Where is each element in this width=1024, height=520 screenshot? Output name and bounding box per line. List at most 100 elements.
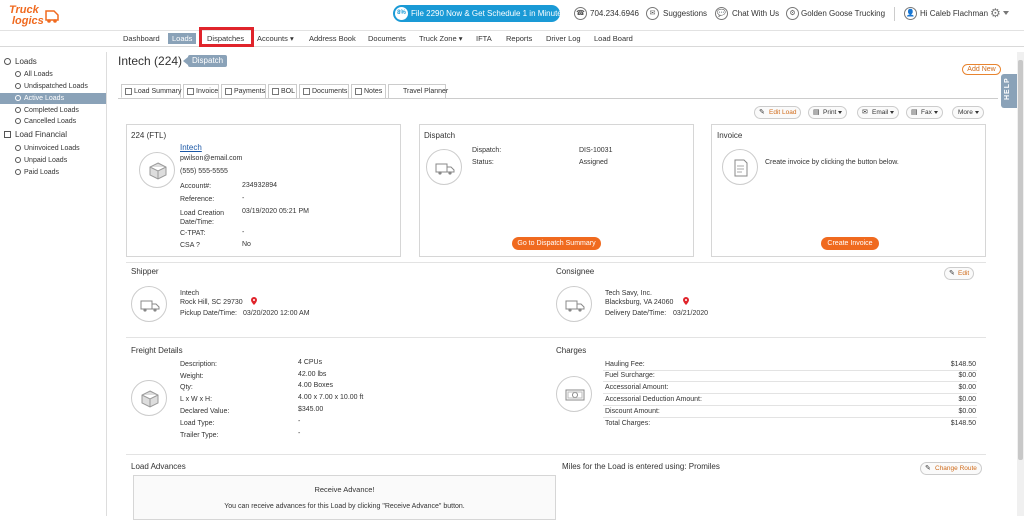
map-pin-icon[interactable] (251, 297, 257, 305)
status-badge: Dispatch (182, 55, 228, 67)
financial-icon (4, 131, 11, 138)
envelope-icon: ✉ (862, 109, 868, 116)
charge-value: $148.50 (950, 420, 976, 427)
sidebar-item-cancelled-loads[interactable]: Cancelled Loads (0, 116, 106, 127)
sidebar-header-loads-label: Loads (15, 57, 37, 66)
more-button[interactable]: More (952, 106, 984, 119)
printer-icon: ▤ (813, 109, 820, 116)
help-tab[interactable]: HELP (1001, 74, 1018, 108)
field-value: 234932894 (242, 182, 278, 189)
tab-label: Documents (312, 88, 348, 95)
nav-ifta[interactable]: IFTA (476, 34, 492, 44)
invoice-icon (187, 88, 194, 95)
suggestions-link[interactable]: Suggestions (663, 9, 707, 18)
sidebar-item-label: Active Loads (24, 95, 65, 102)
edit-stops-button[interactable]: ✎ Edit (944, 267, 975, 280)
print-button[interactable]: ▤ Print (808, 106, 848, 119)
create-invoice-button[interactable]: Create Invoice (821, 237, 879, 250)
tab-payments[interactable]: Payments (221, 84, 266, 98)
change-route-button[interactable]: ✎ Change Route (920, 462, 982, 475)
truck-icon (426, 149, 462, 185)
money-icon (556, 376, 592, 412)
edit-load-button[interactable]: ✎ Edit Load (754, 106, 802, 119)
settings-gear-icon[interactable]: ⚙ (990, 6, 1001, 20)
phone-number[interactable]: 704.234.6946 (590, 9, 639, 18)
scrollbar-thumb[interactable] (1018, 60, 1023, 460)
promo-text: File 2290 Now & Get Schedule 1 in Minute… (411, 9, 566, 18)
field-label: Load Creation Date/Time: (180, 210, 224, 226)
nav-accounts[interactable]: Accounts ▾ (257, 34, 294, 44)
row-divider (603, 381, 977, 382)
nav-reports[interactable]: Reports (506, 34, 532, 44)
row-divider (603, 405, 977, 406)
divider (126, 262, 986, 263)
receive-advance-box: Receive Advance! You can receive advance… (133, 475, 556, 520)
bullet-icon (15, 107, 21, 113)
sidebar-item-undispatched-loads[interactable]: Undispatched Loads (0, 81, 106, 92)
chevron-down-icon[interactable] (1003, 11, 1009, 15)
map-pin-icon[interactable] (683, 297, 689, 305)
delivery-date: 03/21/2020 (673, 310, 709, 317)
tab-load-summary[interactable]: Load Summary (121, 84, 181, 98)
tab-label: Invoice (196, 88, 219, 95)
tab-documents[interactable]: Documents (299, 84, 349, 98)
sidebar-item-uninvoiced-loads[interactable]: Uninvoiced Loads (0, 143, 106, 154)
customer-name[interactable]: Intech (180, 143, 202, 152)
tab-invoice[interactable]: Invoice (183, 84, 219, 98)
sidebar-item-label: All Loads (24, 71, 53, 78)
fax-button[interactable]: ▤ Fax (906, 106, 943, 119)
sidebar-item-completed-loads[interactable]: Completed Loads (0, 105, 106, 116)
chat-link[interactable]: Chat With Us (732, 9, 779, 18)
sidebar-item-paid-loads[interactable]: Paid Loads (0, 167, 106, 178)
go-to-dispatch-summary-button[interactable]: Go to Dispatch Summary (512, 237, 601, 250)
loads-icon (4, 58, 11, 65)
nav-documents[interactable]: Documents (368, 34, 406, 44)
customer-email[interactable]: pwilson@email.com (180, 155, 242, 162)
dispatch-id: DIS-10031 (579, 147, 613, 154)
email-button[interactable]: ✉ Email (857, 106, 900, 119)
add-new-button[interactable]: Add New (962, 64, 1001, 75)
charge-value: $0.00 (958, 384, 976, 391)
customer-link[interactable]: Intech (180, 143, 202, 152)
tab-label: Notes (364, 88, 383, 95)
main-nav: Dashboard Loads Dispatches Accounts ▾ Ad… (0, 31, 1024, 75)
field-label: Account#: (180, 183, 212, 190)
vertical-scrollbar[interactable] (1017, 52, 1024, 516)
nav-address-book[interactable]: Address Book (309, 34, 356, 44)
notes-icon (355, 88, 362, 95)
sidebar-item-unpaid-loads[interactable]: Unpaid Loads (0, 155, 106, 166)
nav-dashboard[interactable]: Dashboard (123, 34, 160, 44)
company-name[interactable]: Golden Goose Trucking (801, 9, 885, 18)
truck-logics-logo[interactable]: Truck logics (8, 3, 60, 27)
miles-entry-note: Miles for the Load is entered using: Pro… (562, 462, 720, 471)
tab-label: BOL (281, 88, 296, 95)
charge-label: Fuel Surcharge: (605, 372, 655, 379)
file-2290-promo-button[interactable]: 8% File 2290 Now & Get Schedule 1 in Min… (393, 5, 566, 22)
bullet-icon (15, 169, 21, 175)
field-label: C-TPAT: (180, 230, 206, 237)
sidebar-item-all-loads[interactable]: All Loads (0, 69, 106, 80)
tab-travel-planner[interactable]: Travel Planner (388, 84, 448, 98)
nav-truck-zone[interactable]: Truck Zone ▾ (419, 34, 463, 44)
box-icon (139, 152, 175, 188)
user-avatar-icon: 👤 (904, 7, 917, 20)
freight-label: Description: (180, 361, 217, 368)
delivery-label: Delivery Date/Time: (605, 310, 667, 317)
sidebar-header-loads[interactable]: Loads (4, 57, 37, 66)
sidebar-item-active-loads[interactable]: Active Loads (0, 93, 106, 104)
nav-load-board[interactable]: Load Board (594, 34, 633, 44)
chat-icon: 💬 (715, 7, 728, 20)
sidebar-item-label: Paid Loads (24, 169, 60, 176)
phone-icon: ☎ (574, 7, 587, 20)
user-greeting[interactable]: Hi Caleb Flachman (920, 9, 988, 18)
tab-bol[interactable]: BOL (268, 84, 297, 98)
pencil-icon: ✎ (925, 465, 931, 472)
sidebar-item-label: Uninvoiced Loads (24, 145, 80, 152)
sidebar-header-load-financial[interactable]: Load Financial (4, 130, 67, 139)
tab-notes[interactable]: Notes (351, 84, 386, 98)
nav-driver-log[interactable]: Driver Log (546, 34, 581, 44)
invoice-hint: Create invoice by clicking the button be… (765, 159, 899, 166)
nav-loads[interactable]: Loads (168, 33, 197, 44)
sidebar-item-label: Undispatched Loads (24, 83, 88, 90)
shipper-truck-icon (131, 286, 167, 322)
